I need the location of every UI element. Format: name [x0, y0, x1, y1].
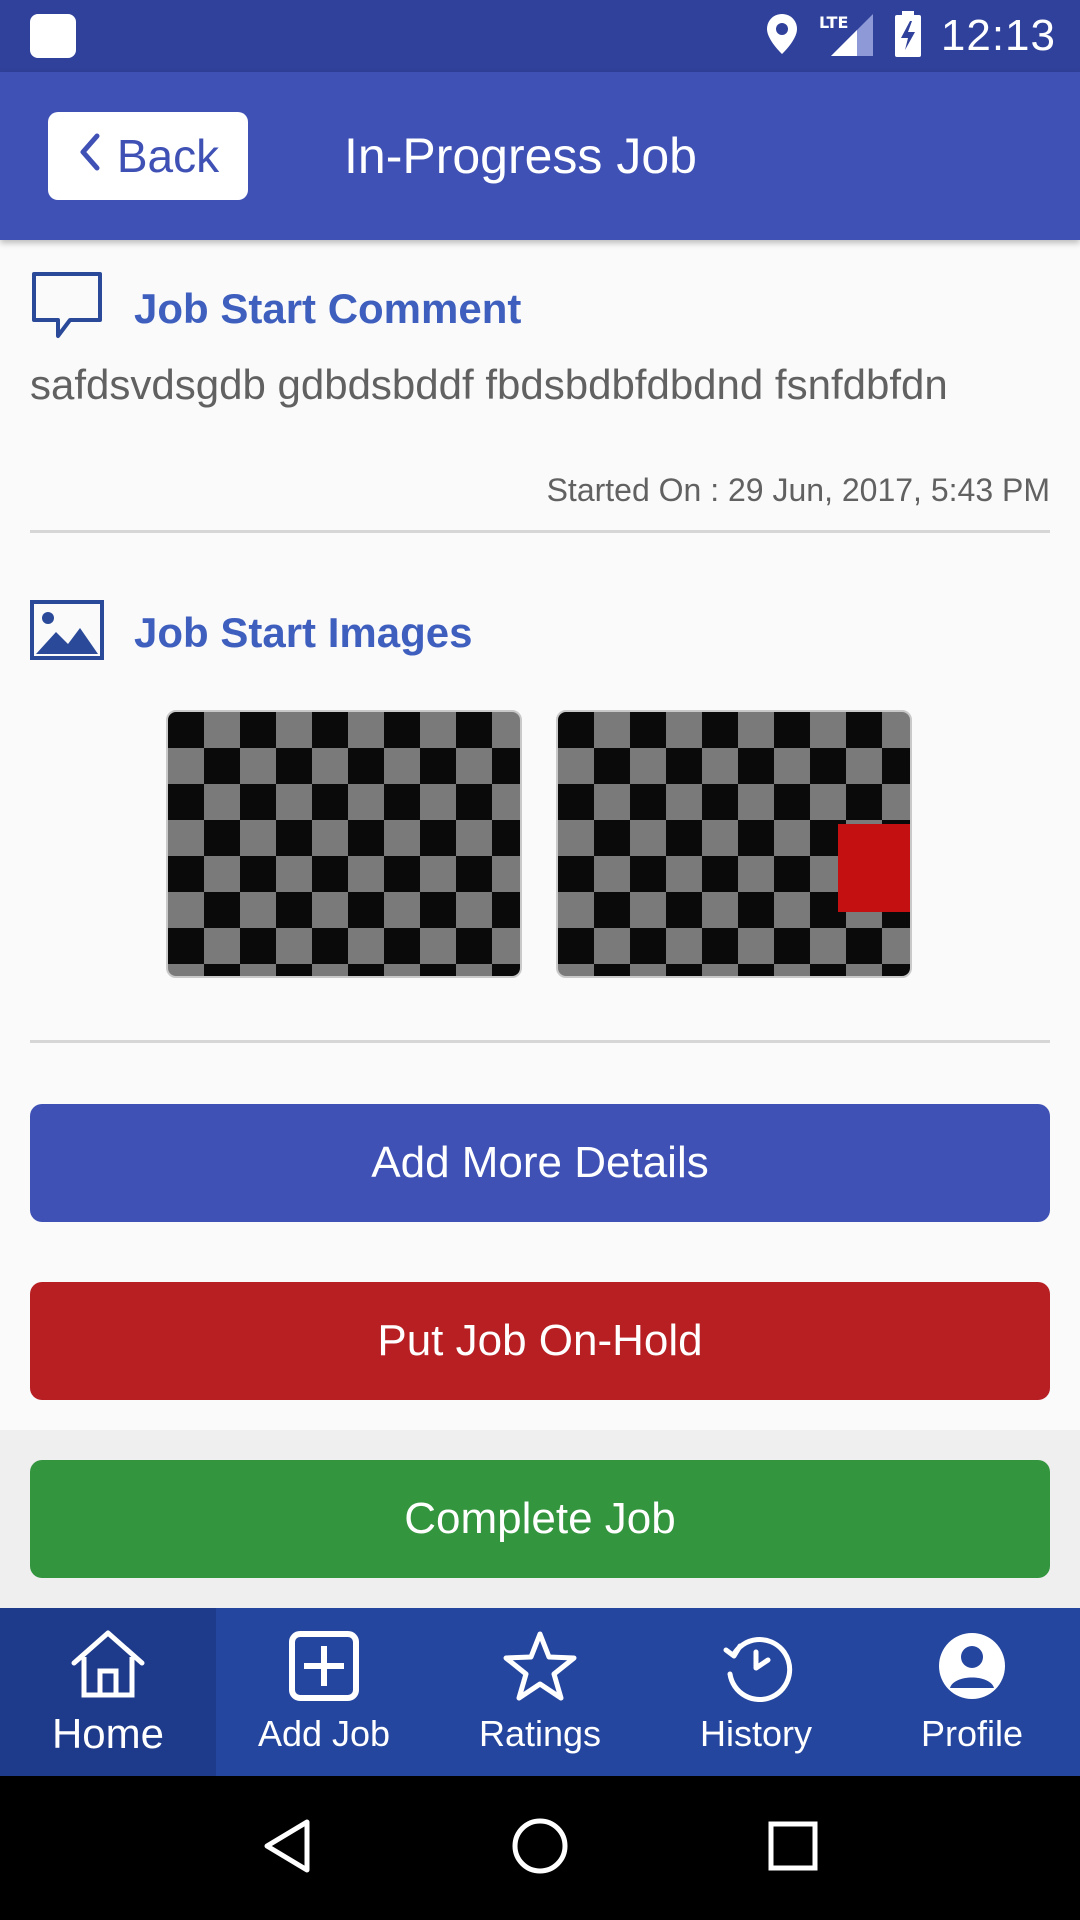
job-start-comment: safdsvdsgdb gdbdsbddf fbdsbdbfdbdnd fsnf…: [30, 361, 948, 408]
image-icon: [30, 600, 104, 665]
comment-section-title: Job Start Comment: [134, 284, 522, 332]
clock-time: 12:13: [940, 11, 1056, 60]
back-triangle-icon[interactable]: [257, 1816, 317, 1881]
nav-item-add-job[interactable]: Add Job: [216, 1608, 432, 1776]
nav-label-add-job: Add Job: [257, 1712, 391, 1754]
job-details-content: Job Start Comment safdsvdsgdb gdbdsbddf …: [0, 240, 1080, 1608]
section-divider: [30, 1040, 1050, 1043]
nav-item-ratings[interactable]: Ratings: [432, 1608, 648, 1776]
history-icon: [718, 1630, 794, 1707]
job-start-image-thumbnail[interactable]: [556, 710, 912, 978]
job-start-image-thumbnail[interactable]: [166, 710, 522, 978]
app-bar: Back In-Progress Job: [0, 72, 1080, 240]
back-button[interactable]: Back: [48, 112, 248, 200]
nav-item-home[interactable]: Home: [0, 1608, 216, 1776]
image-red-block: [838, 824, 910, 912]
nav-label-history: History: [699, 1712, 812, 1754]
images-section-title: Job Start Images: [134, 608, 473, 656]
profile-icon: [934, 1630, 1010, 1707]
comment-bubble-icon: [30, 270, 104, 347]
page-title: In-Progress Job: [344, 128, 697, 184]
comment-section-header: Job Start Comment: [30, 270, 521, 347]
location-pin-icon: [765, 12, 799, 61]
add-box-icon: [286, 1630, 362, 1707]
add-more-details-button[interactable]: Add More Details: [30, 1104, 1050, 1222]
battery-charging-icon: [893, 10, 923, 63]
chevron-left-icon: [77, 129, 103, 183]
home-icon: [70, 1627, 146, 1704]
nav-item-profile[interactable]: Profile: [864, 1608, 1080, 1776]
app-notification-icon: [30, 14, 76, 58]
lte-signal-icon: LTE: [817, 10, 875, 63]
recents-square-icon[interactable]: [763, 1816, 823, 1881]
started-on-timestamp: Started On : 29 Jun, 2017, 5:43 PM: [546, 472, 1050, 508]
nav-label-ratings: Ratings: [478, 1712, 602, 1754]
complete-job-button[interactable]: Complete Job: [30, 1460, 1050, 1578]
system-navigation-bar: [0, 1776, 1080, 1920]
images-section-header: Job Start Images: [30, 600, 472, 665]
status-bar: LTE 12:13: [0, 0, 1080, 72]
lte-label: LTE: [819, 13, 848, 32]
nav-label-home: Home: [51, 1709, 165, 1757]
back-label: Back: [116, 130, 220, 182]
section-divider: [30, 530, 1050, 533]
put-job-on-hold-button[interactable]: Put Job On-Hold: [30, 1282, 1050, 1400]
bottom-navigation: Home Add Job Ratings History Profile: [0, 1608, 1080, 1776]
status-indicators: LTE 12:13: [765, 0, 1056, 72]
star-icon: [502, 1630, 578, 1707]
home-circle-icon[interactable]: [510, 1816, 570, 1881]
nav-item-history[interactable]: History: [648, 1608, 864, 1776]
nav-label-profile: Profile: [920, 1712, 1024, 1754]
